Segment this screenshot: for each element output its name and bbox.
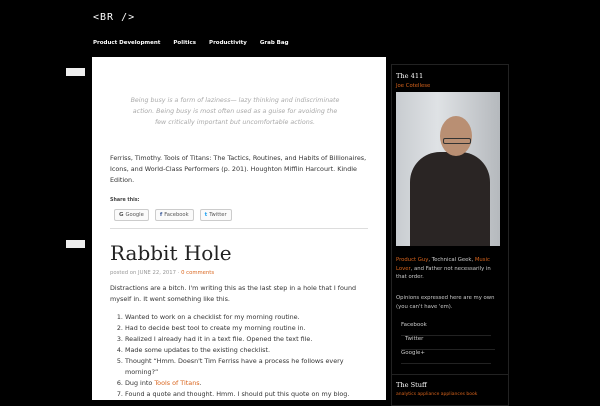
list-item: Thought “Hmm. Doesn't Tim Ferriss have a… bbox=[125, 356, 372, 378]
list-item: Realized I already had it in a text file… bbox=[125, 334, 372, 345]
twitter-icon: t bbox=[204, 212, 208, 218]
social-google-link[interactable]: Google+ bbox=[401, 350, 491, 364]
post-intro: Distractions are a bitch. I'm writing th… bbox=[110, 284, 357, 303]
list-item: Wanted to work on a checklist for my mor… bbox=[125, 312, 372, 323]
main-content: Being busy is a form of laziness— lazy t… bbox=[92, 57, 386, 400]
author-name-link[interactable]: Joe Cotellese bbox=[396, 83, 508, 89]
social-twitter-link[interactable]: Twitter bbox=[401, 336, 495, 350]
site-title[interactable]: <BR /> bbox=[93, 12, 135, 23]
nav-item-politics[interactable]: Politics bbox=[173, 40, 196, 46]
sidebar2-title: The Stuff bbox=[396, 381, 427, 389]
tag-cloud[interactable]: analytics appliance appliances book bbox=[396, 392, 508, 397]
facebook-icon: f bbox=[159, 212, 163, 218]
nav-item-product-development[interactable]: Product Development bbox=[93, 40, 160, 46]
share-google-label: Google bbox=[125, 212, 144, 218]
list-item: Made some updates to the existing checkl… bbox=[125, 345, 372, 356]
post-body: Distractions are a bitch. I'm writing th… bbox=[110, 283, 372, 400]
nav-item-productivity[interactable]: Productivity bbox=[209, 40, 247, 46]
share-twitter-label: Twitter bbox=[209, 212, 227, 218]
citation: Ferriss, Timothy. Tools of Titans: The T… bbox=[110, 154, 367, 184]
share-facebook-button[interactable]: f Facebook bbox=[154, 209, 194, 221]
author-photo-head bbox=[440, 116, 472, 156]
main-nav: Product Development Politics Productivit… bbox=[93, 40, 302, 46]
author-photo bbox=[396, 92, 500, 246]
sidebar-about: The 411 Joe Cotellese Product Guy, Techn… bbox=[391, 64, 509, 375]
author-bio: Product Guy, Technical Geek, Music Lover… bbox=[396, 256, 502, 282]
post-date: posted on JUNE 22, 2017 · bbox=[110, 270, 182, 276]
post-divider bbox=[110, 228, 368, 229]
author-photo-glasses bbox=[443, 138, 471, 144]
share-buttons: G Google f Facebook t Twitter bbox=[114, 209, 238, 221]
nav-item-grab-bag[interactable]: Grab Bag bbox=[260, 40, 289, 46]
share-facebook-label: Facebook bbox=[164, 212, 189, 218]
list-item: Had to decide best tool to create my mor… bbox=[125, 323, 372, 334]
list-item: Dug into Tools of Titans. bbox=[125, 378, 372, 389]
steps-list: Wanted to work on a checklist for my mor… bbox=[110, 312, 372, 400]
sidebar-stuff: The Stuff analytics appliance appliances… bbox=[391, 374, 509, 406]
post-title[interactable]: Rabbit Hole bbox=[110, 241, 232, 265]
share-google-button[interactable]: G Google bbox=[114, 209, 149, 221]
share-twitter-button[interactable]: t Twitter bbox=[199, 209, 232, 221]
bio-mid: , Technical Geek, bbox=[428, 257, 475, 263]
share-label: Share this: bbox=[110, 198, 140, 203]
side-tab-2[interactable] bbox=[66, 240, 85, 248]
blockquote: Being busy is a form of laziness— lazy t… bbox=[130, 97, 340, 126]
step-text: Dug into bbox=[125, 379, 155, 387]
list-item: Found a quote and thought. Hmm. I should… bbox=[125, 389, 372, 400]
opinions-text: Opinions expressed here are my own (you … bbox=[396, 295, 495, 310]
tools-of-titans-link[interactable]: Tools of Titans bbox=[154, 379, 199, 387]
social-facebook-link[interactable]: Facebook bbox=[401, 322, 491, 336]
comments-link[interactable]: 0 comments bbox=[181, 270, 214, 276]
side-tab-1[interactable] bbox=[66, 68, 85, 76]
sidebar-title: The 411 bbox=[396, 72, 424, 80]
bio-end: , and Father not necessarily in that ord… bbox=[396, 265, 491, 281]
post-meta: posted on JUNE 22, 2017 · 0 comments bbox=[110, 270, 214, 276]
product-guy-link[interactable]: Product Guy bbox=[396, 257, 428, 263]
author-photo-body bbox=[410, 152, 490, 246]
google-icon: G bbox=[119, 212, 124, 218]
step-end: . bbox=[199, 379, 202, 387]
social-links: Facebook Twitter Google+ bbox=[401, 322, 495, 364]
